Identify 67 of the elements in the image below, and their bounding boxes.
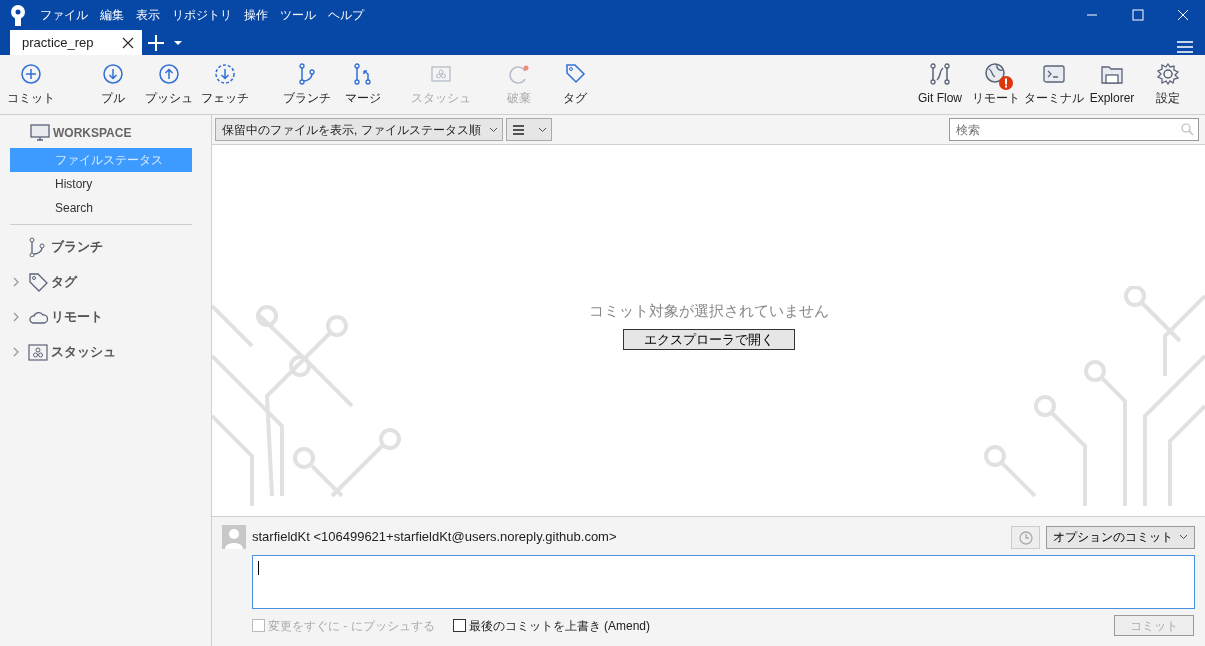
message-field[interactable]: [252, 555, 1195, 609]
open-explorer-button[interactable]: エクスプローラで開く: [622, 328, 795, 350]
toolbar-button[interactable]: タグ: [547, 62, 603, 107]
branch-icon: [296, 62, 318, 85]
download-icon: [102, 62, 124, 85]
toolbar-button[interactable]: プル: [85, 62, 141, 107]
avatar-icon: [222, 525, 246, 549]
toolbar-button[interactable]: マージ: [335, 62, 391, 107]
chevron-icon: [1179, 534, 1188, 540]
settings-icon: [1157, 62, 1179, 85]
download-icon: [214, 62, 236, 85]
toolbar-button[interactable]: リモート: [968, 62, 1024, 107]
toolbar-button[interactable]: ターミナル: [1024, 62, 1084, 107]
commit-button: コミット: [1114, 615, 1194, 636]
empty-message: コミット対象が選択されていません: [588, 301, 829, 321]
section-title: WORKSPACE: [53, 125, 132, 142]
history-button[interactable]: [1011, 525, 1040, 549]
menu-item[interactable]: ツール: [274, 6, 322, 24]
repo-tab[interactable]: practice_rep: [10, 30, 142, 55]
section-title[interactable]: リモート: [51, 306, 103, 327]
menu-item[interactable]: 表示: [130, 6, 166, 24]
monitor-icon: [30, 124, 50, 142]
author-text: starfieldKt <106499621+starfieldKt@users.noreply.github.com>: [252, 528, 617, 547]
flow-icon: [929, 62, 951, 85]
chevron-icon[interactable]: [12, 311, 20, 322]
close-icon[interactable]: [122, 36, 134, 49]
search-icon: [1181, 123, 1194, 136]
menu-item[interactable]: ヘルプ: [322, 6, 370, 24]
options-dropdown[interactable]: オプションのコミット: [1046, 525, 1195, 549]
tag-icon: [28, 271, 48, 292]
menu-icon[interactable]: [1177, 39, 1193, 54]
list-icon: [512, 124, 524, 135]
view-button[interactable]: [505, 118, 552, 141]
menu-item[interactable]: ファイル: [34, 6, 94, 24]
chevron-icon[interactable]: [12, 346, 20, 357]
tag-icon: [564, 62, 586, 85]
merge-icon: [352, 62, 374, 85]
globe-icon: [985, 62, 1007, 85]
menu-item[interactable]: 操作: [238, 6, 274, 24]
toolbar-button[interactable]: プッシュ: [141, 62, 197, 107]
branch-icon: [28, 236, 48, 257]
chevron-icon: [537, 126, 547, 133]
clock-icon: [1018, 530, 1033, 545]
toolbar-button[interactable]: 設定: [1140, 62, 1196, 107]
section-title[interactable]: ブランチ: [51, 236, 103, 257]
terminal-icon: [1043, 62, 1065, 85]
sidebar-item[interactable]: Search: [10, 196, 192, 220]
chevron-icon[interactable]: [12, 276, 20, 287]
toolbar-button[interactable]: Git Flow: [912, 62, 968, 107]
toolbar-button[interactable]: Explorer: [1084, 62, 1140, 107]
menu-item[interactable]: リポジトリ: [166, 6, 238, 24]
alert-icon: [999, 75, 1013, 90]
chevron-icon: [488, 126, 498, 133]
section-title[interactable]: スタッシュ: [51, 341, 116, 362]
filter-dropdown[interactable]: 保留中のファイルを表示, ファイルステータス順: [215, 118, 503, 141]
add-icon: [20, 62, 42, 85]
upload-icon: [158, 62, 180, 85]
logo-icon: [8, 3, 28, 27]
toolbar-button[interactable]: フェッチ: [197, 62, 253, 107]
toolbar-button[interactable]: コミット: [3, 62, 59, 107]
section-title[interactable]: タグ: [51, 271, 77, 292]
checkbox-label[interactable]: 最後のコミットを上書き (Amend): [452, 616, 651, 635]
toolbar-button[interactable]: ブランチ: [279, 62, 335, 107]
stash-icon: [28, 341, 48, 362]
menu-item[interactable]: 編集: [94, 6, 130, 24]
search-field[interactable]: 検索: [949, 118, 1199, 141]
sidebar-item[interactable]: History: [10, 172, 192, 196]
